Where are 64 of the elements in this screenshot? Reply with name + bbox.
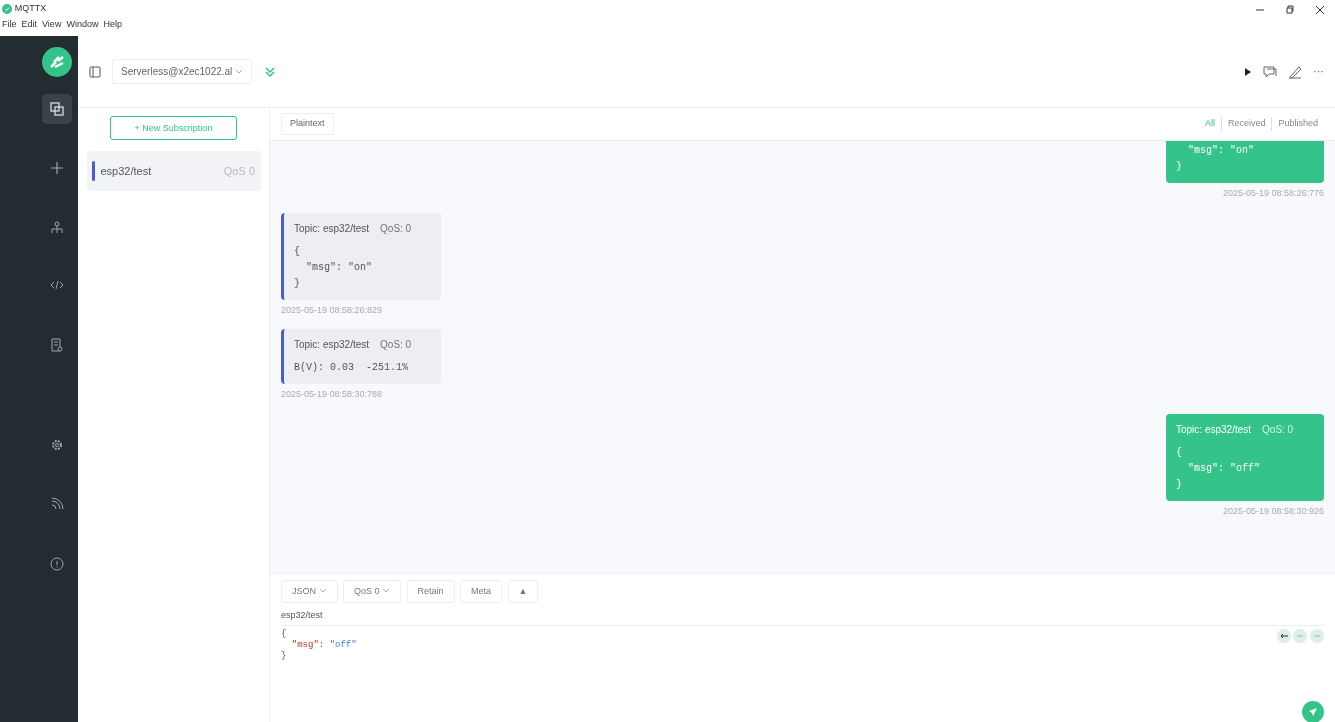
chevron-down-icon — [382, 588, 391, 595]
menu-item[interactable]: File — [2, 18, 17, 32]
app-logo-icon — [2, 3, 12, 14]
edit-icon[interactable] — [1288, 64, 1302, 79]
collapse-icon[interactable] — [264, 65, 277, 78]
message-time: 2025-05-19 08:58:30:788 — [281, 388, 383, 401]
app-title: MQTTX — [14, 2, 47, 15]
close-icon[interactable] — [1315, 4, 1325, 15]
send-icon — [1308, 707, 1318, 717]
code-line: } — [281, 651, 288, 662]
payload-line: "msg": "on" — [1187, 144, 1255, 158]
filter-tab[interactable]: Received — [1220, 117, 1272, 131]
message-qos: QoS: 0 — [1262, 422, 1294, 437]
json-key: "msg" — [281, 640, 319, 651]
message-topic: Topic: esp32/test — [294, 221, 370, 236]
send-button[interactable] — [1302, 701, 1324, 722]
restore-icon[interactable] — [1285, 4, 1295, 15]
menu-item[interactable]: Edit — [21, 18, 38, 32]
plus-icon — [49, 160, 64, 175]
menu-item[interactable]: Help — [103, 18, 122, 32]
json-colon: : — [318, 640, 326, 651]
sidebar-item[interactable] — [41, 93, 72, 124]
json-value: "off" — [329, 640, 357, 651]
menu-item[interactable]: Window — [66, 18, 99, 32]
message-time: 2025-05-19 08:58:26:829 — [281, 303, 383, 317]
chevron-down-icon — [235, 69, 244, 76]
payload-line: { — [294, 244, 301, 259]
payload-line: } — [1176, 477, 1183, 492]
qos-dropdown[interactable]: QoS 0 — [343, 579, 402, 603]
code-line: { — [281, 629, 288, 640]
format-dropdown[interactable]: Plaintext — [281, 113, 334, 135]
payload-line: } — [1176, 160, 1183, 174]
message-time: 2025-05-19 08:58:26:776 — [1222, 187, 1324, 200]
payload-line: "msg": "on" — [305, 260, 373, 275]
app-logo-icon — [41, 47, 72, 77]
play-icon[interactable] — [1244, 66, 1252, 77]
message-qos: QoS: 0 — [380, 221, 412, 236]
panel-toggle-icon[interactable] — [89, 65, 101, 78]
feed-icon — [49, 496, 64, 511]
info-icon — [49, 556, 64, 571]
copy-icon — [49, 101, 64, 116]
more-button[interactable]: ··· — [1313, 63, 1324, 80]
payload-line: B(V): 0.03 -251.1% — [294, 361, 410, 375]
payload-line: "msg": "off" — [1187, 461, 1261, 476]
menu-item[interactable]: View — [42, 18, 62, 32]
subscription-topic: esp32/test — [100, 164, 152, 179]
chevron-down-icon — [318, 588, 327, 595]
message-qos: QoS: 0 — [380, 338, 412, 352]
retain-button[interactable]: Retain — [406, 579, 455, 603]
tree-icon — [49, 220, 64, 235]
chat-icon[interactable] — [1263, 64, 1277, 79]
message-topic: Topic: esp32/test — [1176, 422, 1252, 437]
payload-line: { — [1176, 445, 1183, 460]
message-topic: Topic: esp32/test — [294, 338, 370, 352]
meta-button[interactable]: Meta — [460, 579, 503, 603]
settings-icon — [49, 437, 64, 452]
message-time: 2025-05-19 08:58:30:926 — [1222, 504, 1324, 518]
filter-tab[interactable]: Published — [1271, 117, 1324, 131]
document-icon — [49, 337, 64, 352]
format-dropdown[interactable]: JSON — [281, 579, 338, 603]
connection-dropdown[interactable]: Serverless@x2ec1022.al — [112, 59, 253, 84]
arrow-left-icon[interactable] — [1279, 633, 1288, 639]
payload-line: } — [294, 276, 301, 291]
expand-button[interactable]: ▲ — [507, 579, 539, 603]
